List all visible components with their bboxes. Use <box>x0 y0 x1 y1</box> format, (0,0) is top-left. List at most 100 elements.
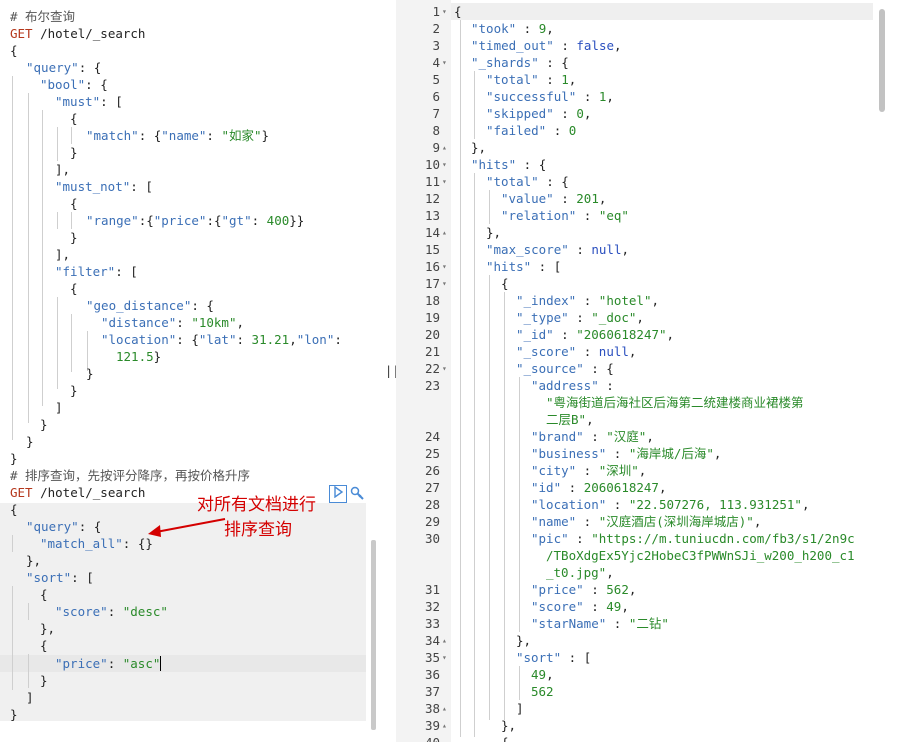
code-line: "bool": { <box>40 77 108 92</box>
play-icon[interactable] <box>329 485 347 503</box>
response-viewer[interactable]: 1 2 3 4 5 6 7 8 9 10 11 12 13 14 15 16 17 18 19 20 21 22 23 24 2… <box>396 0 901 742</box>
response-line: "value" : 201, <box>501 191 607 206</box>
response-line: "id" : 2060618247, <box>531 480 667 495</box>
line-number: 36 <box>424 667 440 682</box>
request-line[interactable]: GET /hotel/_search <box>10 484 145 501</box>
response-line: "粤海街道后海社区后海第二统建楼商业裙楼第 <box>546 395 804 410</box>
annotation-text: 对所有文档进行 <box>197 495 316 515</box>
wrench-icon[interactable] <box>348 485 366 503</box>
line-number: 29 <box>424 514 440 529</box>
line-number: 25 <box>424 446 440 461</box>
request-line[interactable]: GET /hotel/_search <box>10 25 145 42</box>
pane-divider[interactable]: || <box>378 0 396 742</box>
fold-arrow-icon[interactable]: ▾ <box>442 156 447 173</box>
response-line: 二层B", <box>546 412 594 427</box>
line-number: 1 <box>432 4 440 19</box>
line-number: 35 <box>424 650 440 665</box>
active-line-highlight <box>451 3 873 20</box>
response-line: "failed" : 0 <box>486 123 577 138</box>
line-number: 7 <box>432 106 440 121</box>
response-line: }, <box>501 718 517 733</box>
left-scrollbar[interactable] <box>371 540 376 730</box>
fold-arrow-icon[interactable]: ▴ <box>442 632 447 649</box>
response-line: 49, <box>531 667 554 682</box>
code-line: } <box>10 451 18 466</box>
response-line: "sort" : [ <box>516 650 592 665</box>
response-line: "location" : "22.507276, 113.931251", <box>531 497 810 512</box>
line-number: 4 <box>432 55 440 70</box>
response-line: "relation" : "eq" <box>501 208 629 223</box>
response-line: "max_score" : null, <box>486 242 630 257</box>
code-line: ], <box>55 247 71 262</box>
line-number: 22 <box>424 361 440 376</box>
response-line: { <box>501 276 509 291</box>
request-editor[interactable]: ╷ # 布尔查询 GET /hotel/_search { "query": {… <box>0 0 379 742</box>
code-line: { <box>40 587 48 602</box>
code-line: } <box>70 145 78 160</box>
code-line: } <box>10 707 18 722</box>
line-number: 6 <box>432 89 440 104</box>
response-line: "took" : 9, <box>471 21 554 36</box>
response-line: "price" : 562, <box>531 582 637 597</box>
line-number: 37 <box>424 684 440 699</box>
response-line: { <box>454 4 462 19</box>
line-number <box>396 547 440 564</box>
line-number: 12 <box>424 191 440 206</box>
line-number: 3 <box>432 38 440 53</box>
right-scrollbar[interactable] <box>879 9 885 112</box>
response-line: "hits" : [ <box>486 259 562 274</box>
line-number: 38 <box>424 701 440 716</box>
line-number <box>396 564 440 581</box>
http-method: GET <box>10 26 33 41</box>
line-number: 33 <box>424 616 440 631</box>
response-line: "score" : 49, <box>531 599 629 614</box>
code-line: }, <box>26 553 42 568</box>
fold-arrow-icon[interactable]: ▴ <box>442 717 447 734</box>
code-line: } <box>70 383 78 398</box>
line-number: 20 <box>424 327 440 342</box>
line-number: 27 <box>424 480 440 495</box>
code-line: "query": { <box>26 60 102 75</box>
line-number: 23 <box>424 378 440 393</box>
line-number: 2 <box>432 21 440 36</box>
code-line: { <box>70 281 78 296</box>
code-line: }, <box>40 621 56 636</box>
line-number: 16 <box>424 259 440 274</box>
code-line: "must_not": [ <box>55 179 153 194</box>
line-number: 8 <box>432 123 440 138</box>
fold-arrow-icon[interactable]: ▾ <box>442 258 447 275</box>
response-line: "hits" : { <box>471 157 547 172</box>
code-line: } <box>70 230 78 245</box>
text-cursor <box>160 656 162 671</box>
fold-arrow-icon[interactable]: ▴ <box>442 700 447 717</box>
code-line: ] <box>55 400 63 415</box>
fold-arrow-icon[interactable]: ▾ <box>442 275 447 292</box>
response-line: "address" : <box>531 378 614 393</box>
response-line: "successful" : 1, <box>486 89 614 104</box>
code-line: "sort": [ <box>26 570 94 585</box>
line-number: 17 <box>424 276 440 291</box>
code-line: "location": {"lat": 31.21,"lon": <box>101 332 342 347</box>
line-number: 39 <box>424 718 440 733</box>
fold-arrow-icon[interactable]: ▾ <box>442 360 447 377</box>
fold-arrow-icon[interactable]: ▴ <box>442 224 447 241</box>
fold-arrow-icon[interactable]: ▾ <box>442 649 447 666</box>
fold-arrow-icon[interactable]: ▴ <box>442 139 447 156</box>
divider-grip[interactable]: || <box>385 364 396 378</box>
response-line: "name" : "汉庭酒店(深圳海岸城店)", <box>531 514 762 529</box>
response-line: "brand" : "汉庭", <box>531 429 654 444</box>
code-line: { <box>10 502 18 517</box>
line-number: 14 <box>424 225 440 240</box>
response-line: "_type" : "_doc", <box>516 310 644 325</box>
line-number: 30 <box>424 531 440 546</box>
line-number: 5 <box>432 72 440 87</box>
fold-arrow-icon[interactable]: ▾ <box>442 54 447 71</box>
fold-arrow-icon[interactable]: ▾ <box>442 3 447 20</box>
annotation-arrow <box>148 518 226 537</box>
response-line: /TBoXdgEx5Yjc2HobeC3fPWWnSJi_w200_h200_c… <box>546 548 855 563</box>
line-number: 10 <box>424 157 440 172</box>
response-line: 562 <box>531 684 554 699</box>
line-number: 40 <box>396 734 440 742</box>
fold-arrow-icon[interactable]: ▾ <box>442 173 447 190</box>
line-number <box>396 394 440 411</box>
